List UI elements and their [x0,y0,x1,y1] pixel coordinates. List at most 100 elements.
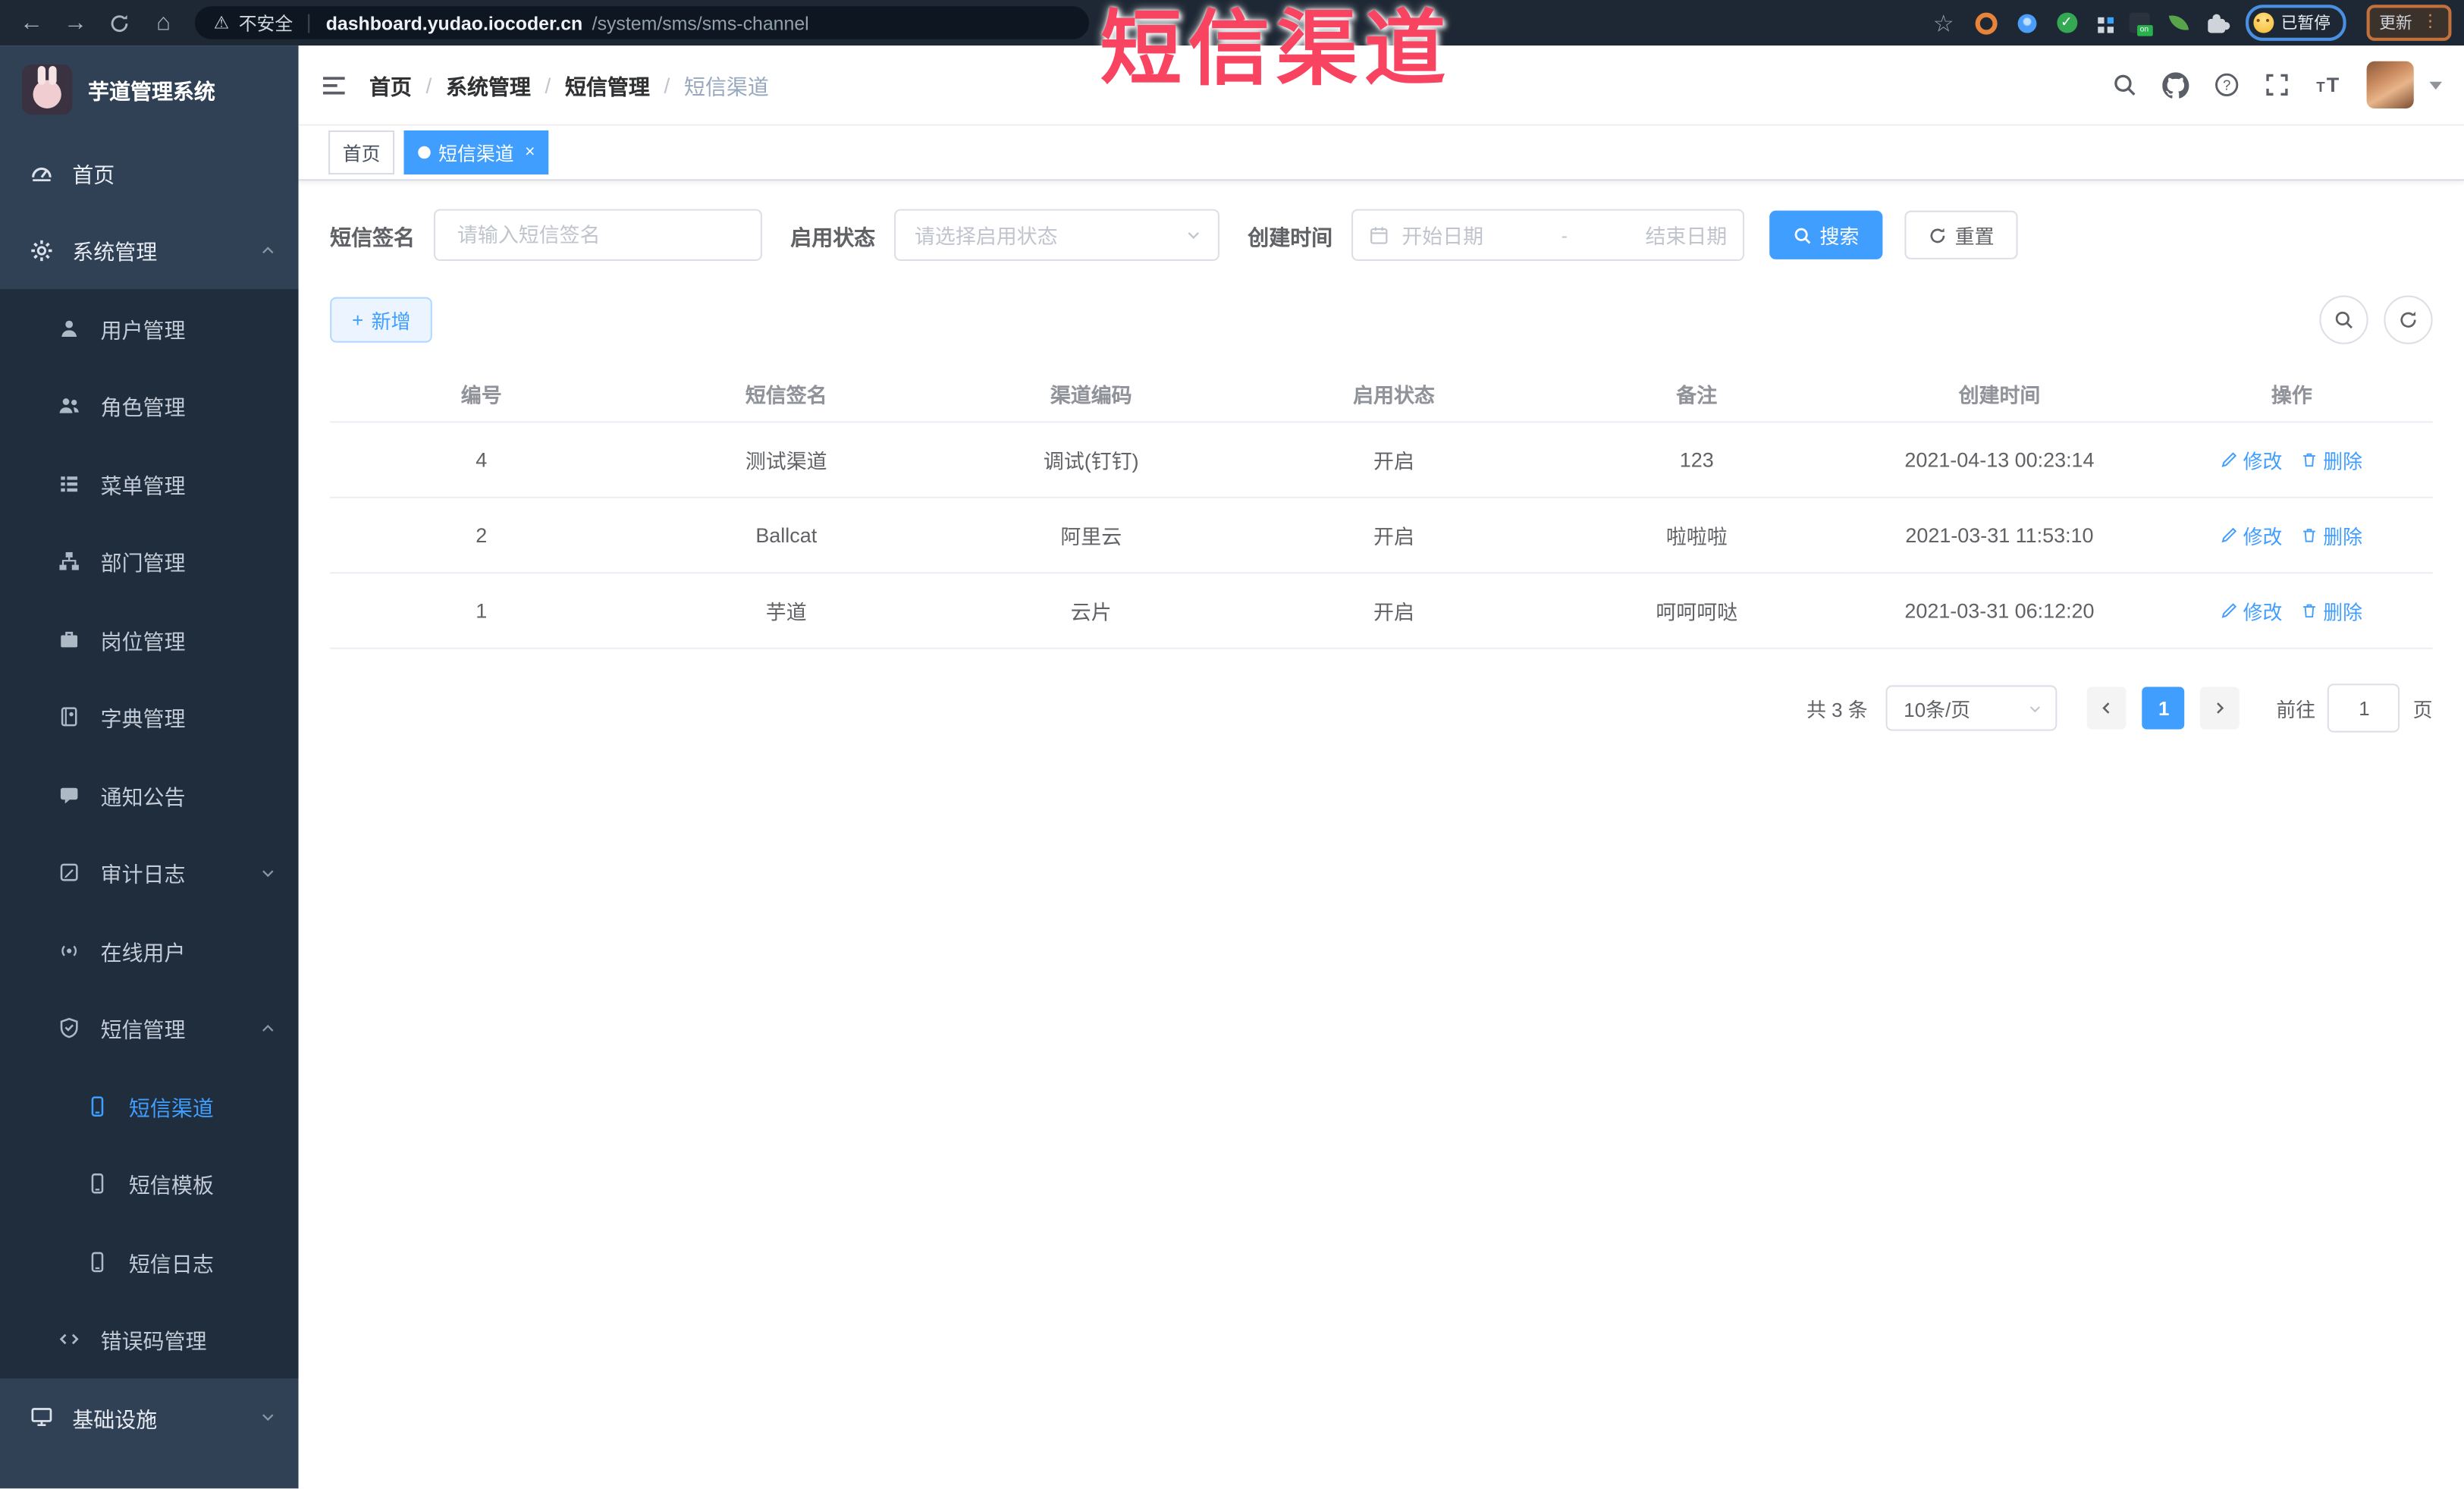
extension-orange-icon[interactable] [1974,11,1997,34]
delete-link[interactable]: 删除 [2301,595,2362,625]
cell-created: 2021-03-31 06:12:20 [1847,573,2152,649]
breadcrumb-sms[interactable]: 短信管理 [565,69,650,100]
sidebar-item-error-code[interactable]: 错误码管理 [0,1301,299,1379]
not-secure-label: 不安全 [238,14,293,34]
sidebar-item-label: 审计日志 [100,863,186,887]
col-actions: 操作 [2151,366,2433,423]
extension-leaf-icon[interactable] [2167,12,2189,33]
search-button[interactable]: 搜索 [1769,210,1883,259]
sidebar-item-sms[interactable]: 短信管理 [0,989,299,1067]
status-select[interactable]: 请选择启用状态 [894,209,1219,261]
cell-status: 开启 [1242,573,1546,649]
browser-back-icon[interactable]: ← [13,4,51,42]
extensions-puzzle-icon[interactable] [2207,13,2230,33]
extension-pin-icon[interactable] [2017,13,2036,33]
sign-label: 短信签名 [330,225,416,250]
browser-reload-icon[interactable] [101,4,139,42]
sidebar-item-menus[interactable]: 菜单管理 [0,445,299,523]
log-icon [57,860,82,885]
calendar-icon [1370,227,1388,244]
peoples-icon [57,394,82,419]
sidebar-item-sms-channel[interactable]: 短信渠道 [0,1067,299,1145]
toggle-search-button[interactable] [2319,295,2368,344]
profile-paused-badge[interactable]: 已暂停 [2244,5,2346,41]
breadcrumb-home[interactable]: 首页 [369,69,412,100]
edit-link[interactable]: 修改 [2221,520,2282,550]
sidebar-item-audit-log[interactable]: 审计日志 [0,834,299,912]
prev-page-button[interactable] [2087,686,2127,730]
cell-sign: 芋道 [632,573,940,649]
breadcrumb-system[interactable]: 系统管理 [446,69,531,100]
search-icon[interactable] [2112,72,2137,97]
phone-icon [85,1249,110,1274]
help-icon[interactable]: ? [2214,72,2240,97]
page-size-select[interactable]: 10条/页 [1886,685,2058,731]
bookmark-star-icon[interactable]: ☆ [1933,8,1954,36]
phone-icon [85,1094,110,1119]
cell-id: 1 [330,573,633,649]
github-icon[interactable] [2162,71,2189,98]
sidebar-item-system[interactable]: 系统管理 [0,212,299,290]
sidebar-item-departments[interactable]: 部门管理 [0,523,299,601]
sidebar-item-label: 首页 [72,162,115,187]
pagination: 共 3 条 10条/页 1 前往 页 [330,683,2433,733]
monitor-icon [28,1405,53,1430]
cell-code: 阿里云 [940,497,1243,574]
app-logo-row[interactable]: 芋道管理系统 [0,46,299,134]
edit-link[interactable]: 修改 [2221,445,2282,474]
browser-home-icon[interactable]: ⌂ [145,4,183,42]
table-header-row: 编号 短信签名 渠道编码 启用状态 备注 创建时间 操作 [330,366,2433,423]
sign-input-wrap [433,209,762,261]
extension-on-badge-icon[interactable]: on [2128,12,2152,36]
tab-label: 短信渠道 [438,142,514,165]
tab-home[interactable]: 首页 [328,130,395,175]
sidebar-item-dict[interactable]: 字典管理 [0,678,299,756]
chevron-up-icon [259,242,277,259]
sidebar-toggle-icon[interactable] [321,71,347,98]
sidebar-item-sms-template[interactable]: 短信模板 [0,1145,299,1224]
add-button[interactable]: + 新增 [330,297,433,343]
browser-forward-icon[interactable]: → [57,4,95,42]
browser-update-button[interactable]: 更新 ⋮ [2366,5,2452,41]
edit-link[interactable]: 修改 [2221,595,2282,625]
briefcase-icon [57,627,82,652]
col-status: 启用状态 [1242,366,1546,423]
extension-grid-icon[interactable] [2097,17,2108,24]
fullscreen-icon[interactable] [2265,72,2290,97]
delete-link[interactable]: 删除 [2301,445,2362,474]
table-row: 4 测试渠道 调试(钉钉) 开启 123 2021-04-13 00:23:14… [330,422,2433,498]
sidebar-item-home[interactable]: 首页 [0,134,299,212]
address-bar[interactable]: ⚠ 不安全 dashboard.yudao.iocoder.cn/system/… [194,6,1089,39]
top-navbar: 首页 / 系统管理 / 短信管理 / 短信渠道 ? T T [298,46,2464,126]
sidebar-item-label: 通知公告 [100,785,186,809]
browser-menu-icon[interactable]: ⋮ [2422,14,2439,32]
page-number-1[interactable]: 1 [2142,686,2186,730]
extension-check-icon[interactable]: ✓ [2056,12,2077,33]
reset-button[interactable]: 重置 [1904,210,2018,259]
date-range-picker[interactable]: 开始日期 - 结束日期 [1351,209,1745,261]
font-size-icon[interactable]: TT [2315,72,2341,97]
cell-remark: 啦啦啦 [1545,497,1848,574]
sidebar-item-sms-log[interactable]: 短信日志 [0,1223,299,1301]
sidebar-item-notice[interactable]: 通知公告 [0,756,299,834]
sidebar-item-label: 用户管理 [100,319,186,343]
avatar-caret-down-icon[interactable] [2429,80,2443,90]
refresh-table-button[interactable] [2384,295,2433,344]
sidebar-item-infra[interactable]: 基础设施 [0,1378,299,1456]
sidebar-item-users[interactable]: 用户管理 [0,289,299,367]
tab-close-icon[interactable]: × [525,143,535,162]
sidebar-item-roles[interactable]: 角色管理 [0,367,299,445]
delete-link[interactable]: 删除 [2301,520,2362,550]
sign-input[interactable] [454,221,742,249]
screen: ← → ⌂ ⚠ 不安全 dashboard.yudao.iocoder.cn/s… [0,0,2464,1489]
sidebar-item-label: 角色管理 [100,396,186,420]
user-avatar[interactable] [2366,61,2414,108]
goto-page-input[interactable] [2327,683,2401,733]
sidebar-item-label: 短信渠道 [128,1096,214,1120]
tab-sms-channel[interactable]: 短信渠道 × [403,130,550,175]
sidebar-item-posts[interactable]: 岗位管理 [0,601,299,679]
sidebar-item-online-users[interactable]: 在线用户 [0,912,299,990]
date-end-placeholder: 结束日期 [1645,225,1728,249]
cell-code: 调试(钉钉) [940,422,1243,498]
next-page-button[interactable] [2200,686,2240,730]
